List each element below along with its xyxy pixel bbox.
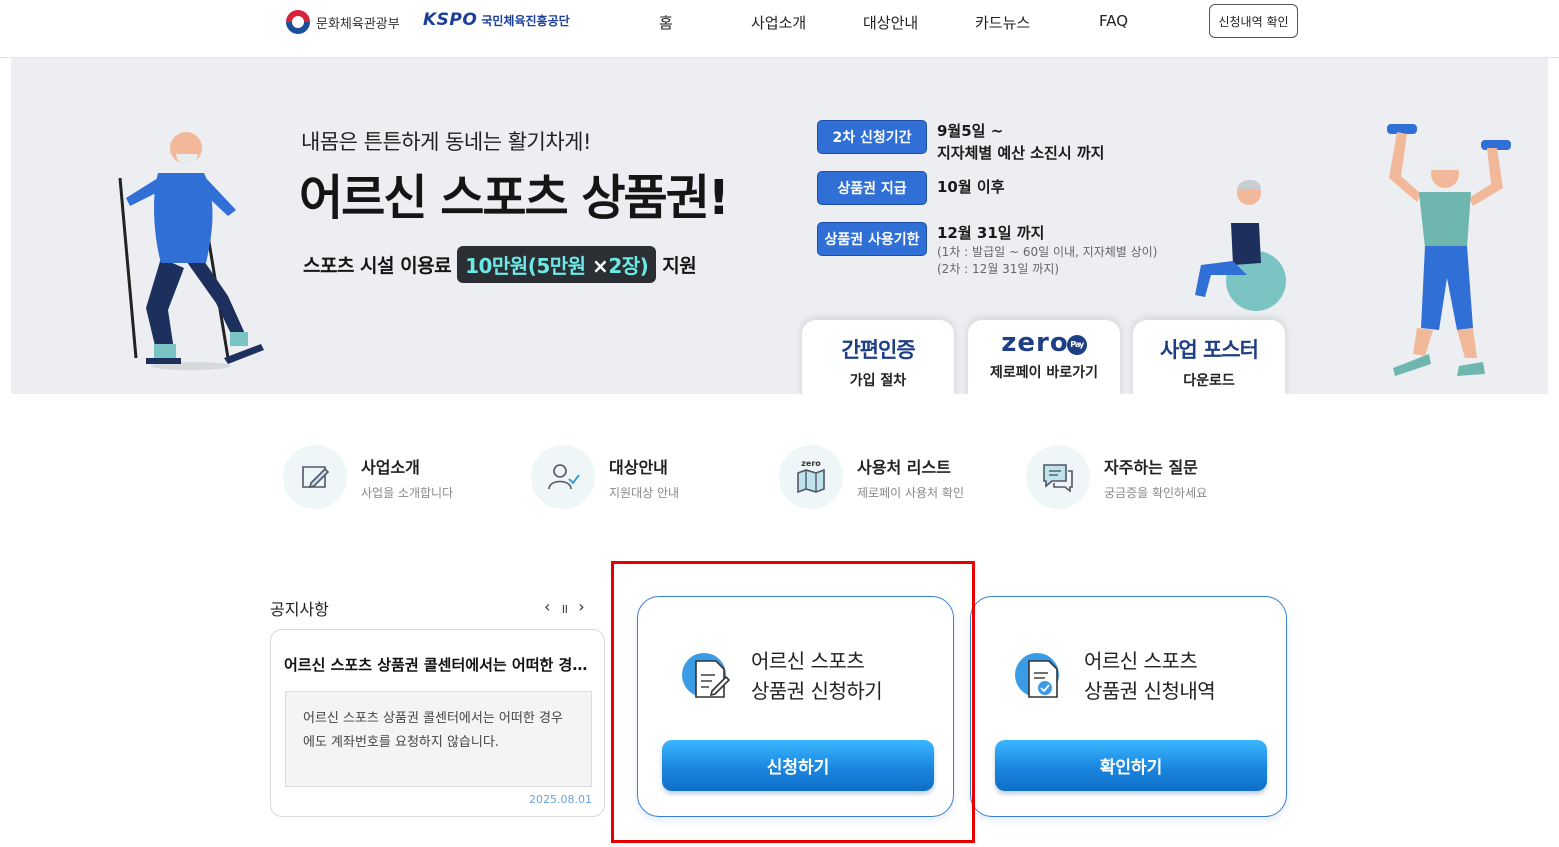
notice-pause-button[interactable]: ॥ bbox=[560, 597, 568, 617]
nav-target-guide[interactable]: 대상안내 bbox=[863, 12, 918, 33]
simple-auth-label: 가입 절차 bbox=[849, 373, 907, 389]
info-voucher-issue: 상품권 지급 10월 이후 bbox=[817, 171, 1005, 205]
hero-support-line: 스포츠 시설 이용료 10만원(5만원 ×2장) 지원 bbox=[303, 246, 697, 283]
info-voucher-expiry: 상품권 사용기한 12월 31일 까지 (1차 : 발급일 ~ 60일 이내, … bbox=[817, 222, 1157, 278]
senior-exercise-ball-illustration bbox=[1195, 180, 1286, 311]
quick-menu-target-desc: 지원대상 안내 bbox=[609, 485, 680, 500]
info-expiry-note2: (2차 : 12월 31일 까지) bbox=[937, 262, 1060, 276]
info-period-line1: 9월5일 ~ bbox=[937, 122, 1004, 140]
quick-menu-faq-title: 자주하는 질문 bbox=[1104, 457, 1198, 477]
info-issue-line1: 10월 이후 bbox=[937, 178, 1005, 196]
quick-menu-business-title: 사업소개 bbox=[361, 457, 420, 477]
poster-title: 사업 포스터 bbox=[1160, 338, 1259, 362]
user-check-icon bbox=[531, 445, 595, 509]
quick-menu-places-title: 사용처 리스트 bbox=[857, 457, 951, 477]
check-history-button[interactable]: 확인하기 bbox=[995, 740, 1267, 791]
notice-card[interactable]: 어르신 스포츠 상품권 콜센터에서는 어떠한 경우에도 계좌번호를 요청하지 않… bbox=[270, 629, 605, 817]
highlight-box bbox=[611, 561, 975, 843]
info-tag-period: 2차 신청기간 bbox=[817, 120, 927, 154]
kspo-logo-en: KSPO bbox=[423, 10, 478, 30]
info-expiry-note1: (1차 : 발급일 ~ 60일 이내, 지자체별 상이) bbox=[937, 245, 1158, 259]
poster-download-tab[interactable]: 사업 포스터 다운로드 bbox=[1133, 320, 1285, 394]
history-document-icon bbox=[1015, 653, 1059, 698]
info-text-period: 9월5일 ~ 지자체별 예산 소진시 까지 bbox=[937, 120, 1104, 164]
history-card-title-line1: 어르신 스포츠 bbox=[1084, 649, 1198, 673]
map-icon: zero bbox=[779, 445, 843, 509]
quick-menu-places[interactable]: zero 사용처 리스트 제로페이 사용처 확인 bbox=[779, 445, 964, 509]
hero-title: 어르신 스포츠 상품권! bbox=[299, 170, 730, 226]
pen-paper-icon bbox=[283, 445, 347, 509]
zeropay-logo-text: zero bbox=[1001, 328, 1069, 358]
history-card: 어르신 스포츠 상품권 신청내역 확인하기 bbox=[970, 596, 1287, 817]
kspo-logo-ko: 국민체육진흥공단 bbox=[481, 13, 570, 28]
quick-menu-target[interactable]: 대상안내 지원대상 안내 bbox=[531, 445, 679, 509]
nav-business-intro[interactable]: 사업소개 bbox=[751, 12, 806, 33]
support-suffix: 지원 bbox=[662, 255, 697, 277]
zeropay-logo: zeroPay bbox=[968, 328, 1120, 358]
notice-body: 어르신 스포츠 상품권 콜센터에서는 어떠한 경우에도 계좌번호를 요청하지 않… bbox=[285, 691, 592, 787]
zeropay-pay-badge: Pay bbox=[1066, 335, 1087, 355]
quick-menu-business-desc: 사업을 소개합니다 bbox=[361, 485, 454, 500]
info-period-line2: 지자체별 예산 소진시 까지 bbox=[937, 144, 1105, 162]
notice-date: 2025.08.01 bbox=[529, 793, 592, 806]
zeropay-label: 제로페이 바로가기 bbox=[990, 365, 1098, 381]
site-header: 문화체육관광부 KSPO 국민체육진흥공단 홈 사업소개 대상안내 카드뉴스 F… bbox=[0, 0, 1559, 58]
kspo-logo[interactable]: KSPO 국민체육진흥공단 bbox=[423, 10, 570, 30]
info-tag-expiry: 상품권 사용기한 bbox=[817, 222, 927, 256]
notice-heading: 공지사항 bbox=[270, 600, 329, 619]
history-card-title-line2: 상품권 신청내역 bbox=[1084, 679, 1216, 703]
chat-icon bbox=[1026, 445, 1090, 509]
taegeuk-icon bbox=[286, 10, 310, 34]
zeropay-tab[interactable]: zeroPay 제로페이 바로가기 bbox=[968, 320, 1120, 394]
support-badge-count: 2장) bbox=[608, 254, 649, 278]
hero-banner: 내몸은 튼튼하게 동네는 활기차게! 어르신 스포츠 상품권! 스포츠 시설 이… bbox=[11, 58, 1548, 394]
nav-home[interactable]: 홈 bbox=[659, 12, 673, 33]
simple-auth-title: 간편인증 bbox=[841, 338, 915, 362]
info-application-period: 2차 신청기간 9월5일 ~ 지자체별 예산 소진시 까지 bbox=[817, 120, 1104, 164]
notice-title[interactable]: 어르신 스포츠 상품권 콜센터에서는 어떠한 경우에도 계좌번호를 요청하지 않… bbox=[284, 654, 594, 675]
map-icon-zero-label: zero bbox=[801, 459, 821, 468]
info-tag-issue: 상품권 지급 bbox=[817, 171, 927, 205]
info-text-expiry: 12월 31일 까지 (1차 : 발급일 ~ 60일 이내, 지자체별 상이) … bbox=[937, 222, 1157, 278]
senior-hiker-illustration bbox=[118, 132, 264, 370]
simple-auth-tab[interactable]: 간편인증 가입 절차 bbox=[802, 320, 954, 394]
check-application-button[interactable]: 신청내역 확인 bbox=[1209, 4, 1298, 38]
quick-menu-target-title: 대상안내 bbox=[609, 457, 668, 477]
notice-prev-button[interactable]: ‹ bbox=[544, 597, 550, 617]
quick-menu-business[interactable]: 사업소개 사업을 소개합니다 bbox=[283, 445, 453, 509]
nav-faq[interactable]: FAQ bbox=[1099, 12, 1128, 30]
mcst-logo-text: 문화체육관광부 bbox=[316, 16, 400, 32]
support-prefix: 스포츠 시설 이용료 bbox=[303, 255, 452, 277]
history-card-title: 어르신 스포츠 상품권 신청내역 bbox=[1084, 646, 1216, 706]
quick-menu-faq-desc: 궁금증을 확인하세요 bbox=[1104, 485, 1208, 500]
poster-label: 다운로드 bbox=[1183, 373, 1235, 389]
support-badge-amount: 10만원(5만원 bbox=[465, 254, 586, 278]
quick-menu-faq[interactable]: 자주하는 질문 궁금증을 확인하세요 bbox=[1026, 445, 1207, 509]
support-badge-times: × bbox=[592, 254, 609, 278]
quick-menu-places-desc: 제로페이 사용처 확인 bbox=[857, 485, 964, 500]
mcst-logo[interactable]: 문화체육관광부 bbox=[286, 10, 400, 34]
support-amount-badge: 10만원(5만원 ×2장) bbox=[457, 246, 657, 283]
senior-dumbbell-illustration bbox=[1387, 124, 1511, 376]
nav-card-news[interactable]: 카드뉴스 bbox=[975, 12, 1030, 33]
info-expiry-line1: 12월 31일 까지 bbox=[937, 224, 1045, 242]
notice-next-button[interactable]: › bbox=[578, 597, 584, 617]
hero-subtitle: 내몸은 튼튼하게 동네는 활기차게! bbox=[301, 130, 591, 154]
notice-controls: ‹ ॥ › bbox=[544, 597, 585, 617]
